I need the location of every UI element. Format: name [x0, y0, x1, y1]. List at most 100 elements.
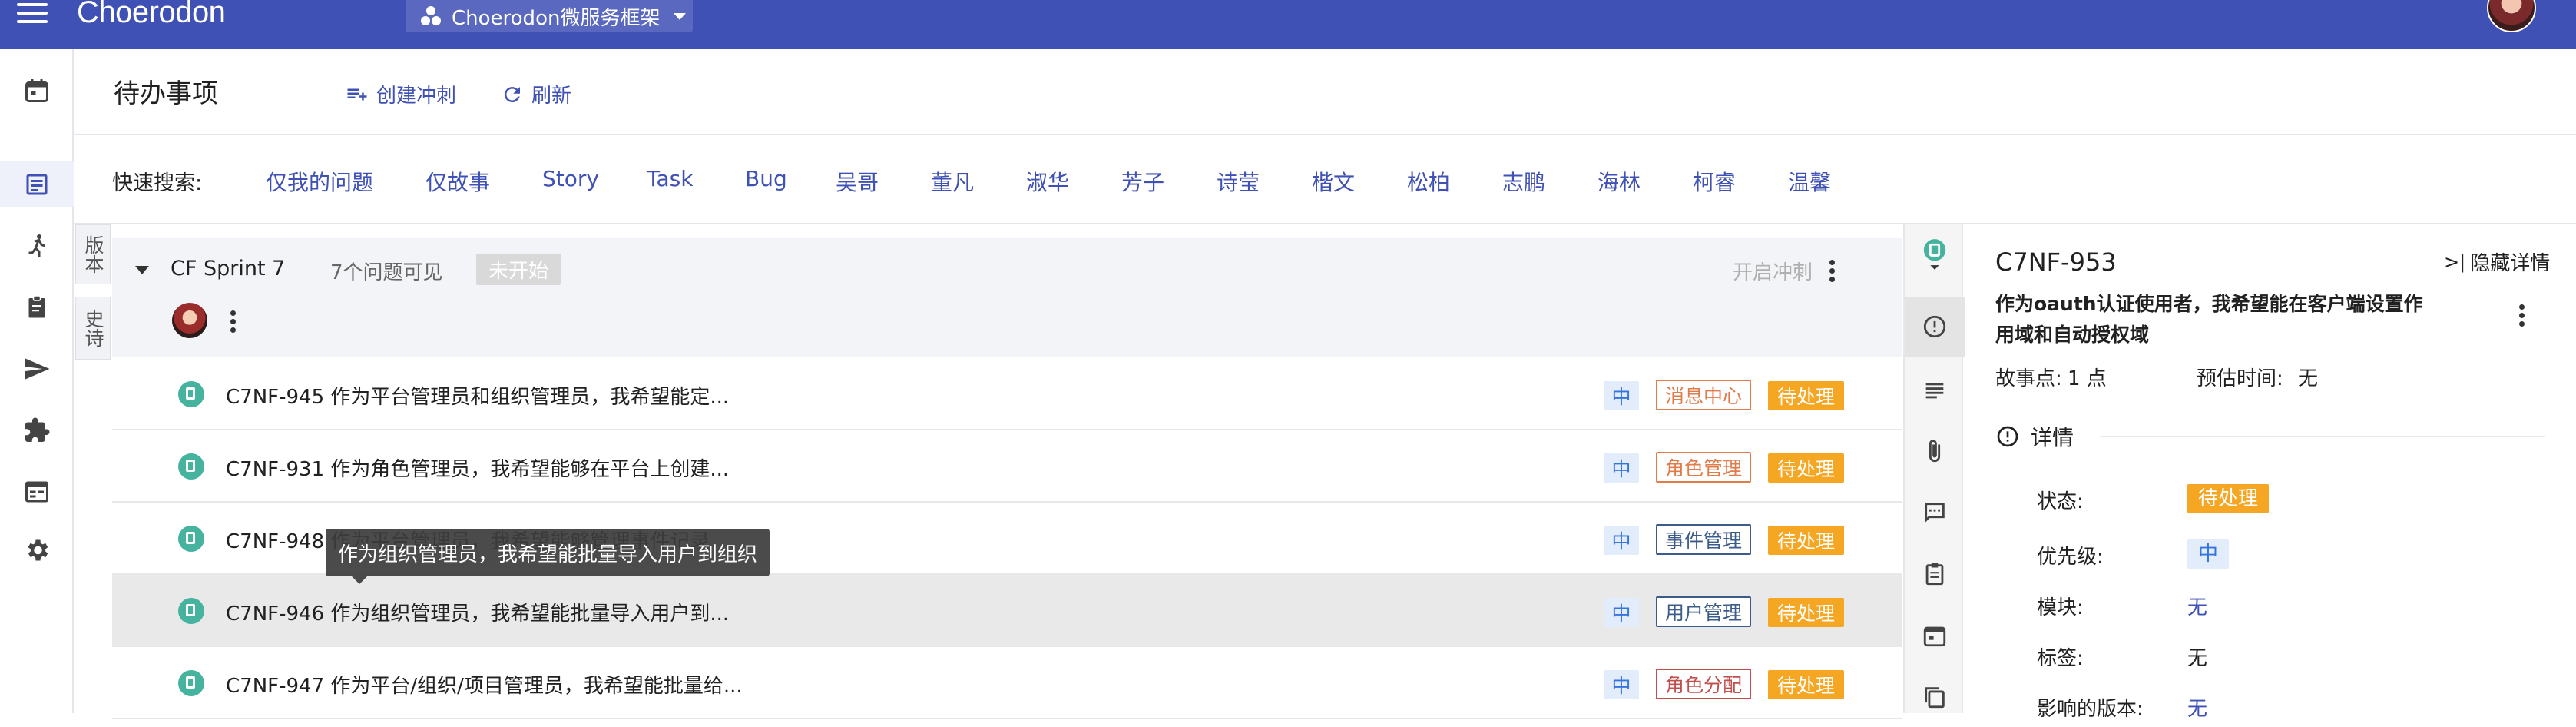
calendar-icon[interactable]	[0, 68, 74, 114]
module-field-label: 模块:	[2037, 596, 2084, 619]
quick-filter-story[interactable]: Story	[542, 166, 599, 191]
quick-filter-user[interactable]: 董凡	[931, 166, 974, 197]
calendar-icon[interactable]	[1905, 606, 1965, 666]
affected-version-label: 影响的版本:	[2037, 698, 2144, 721]
section-divider	[2100, 436, 2545, 437]
story-icon	[178, 670, 204, 696]
component-badge: 用户管理	[1656, 596, 1752, 627]
sprint-status-badge: 未开始	[476, 254, 561, 285]
quick-filter-user[interactable]: 松柏	[1407, 166, 1450, 197]
send-icon[interactable]	[0, 346, 74, 392]
attachment-icon[interactable]	[1905, 421, 1965, 481]
sprint-name[interactable]: CF Sprint 7	[171, 257, 285, 281]
quick-filter-user[interactable]: 淑华	[1026, 166, 1069, 197]
issue-row[interactable]: C7NF-931 作为角色管理员，我希望能够在平台上创建... 中 角色管理 待…	[112, 430, 1902, 503]
tab-epic[interactable]: 史诗	[75, 297, 111, 360]
story-icon	[178, 453, 204, 480]
project-switcher[interactable]: Choerodon微服务框架	[406, 0, 693, 32]
hide-detail-label: 隐藏详情	[2470, 252, 2551, 275]
quick-filter-user[interactable]: 吴哥	[836, 166, 879, 197]
hide-detail-button[interactable]: >| 隐藏详情	[2444, 247, 2550, 276]
quick-search-bar: 快速搜索: 仅我的问题 仅故事 Story Task Bug 吴哥 董凡 淑华 …	[74, 137, 2576, 224]
backlog-icon[interactable]	[0, 161, 74, 207]
sprint-more-icon[interactable]	[1829, 260, 1836, 285]
detail-section-title: 详情	[2031, 425, 2074, 450]
quick-filter-my-issues[interactable]: 仅我的问题	[266, 166, 373, 197]
detail-section-header: 详情	[1995, 421, 2074, 452]
quick-filter-user[interactable]: 温馨	[1788, 166, 1831, 197]
tab-version[interactable]: 版本	[75, 224, 111, 284]
start-sprint-button[interactable]: 开启冲刺	[1733, 257, 1813, 285]
clipboard-icon[interactable]	[0, 284, 74, 330]
component-badge: 角色分配	[1656, 669, 1752, 699]
create-sprint-label: 创建冲刺	[376, 85, 457, 108]
quick-filter-user[interactable]: 诗莹	[1217, 166, 1260, 197]
issue-row[interactable]: C7NF-946 作为组织管理员，我希望能批量导入用户到... 中 用户管理 待…	[112, 575, 1902, 647]
tag-field-value[interactable]: 无	[2187, 642, 2207, 671]
priority-field-value[interactable]: 中	[2187, 538, 2230, 569]
worklog-icon[interactable]	[1905, 544, 1965, 604]
playlist-add-icon	[347, 88, 367, 100]
issue-type-switch[interactable]	[1905, 224, 1965, 284]
quick-filter-user[interactable]: 海林	[1598, 166, 1641, 197]
menu-icon[interactable]	[17, 0, 55, 26]
description-icon[interactable]	[1905, 360, 1965, 420]
run-icon[interactable]	[0, 223, 74, 269]
comment-icon[interactable]	[1905, 483, 1965, 543]
quick-filter-user[interactable]: 柯睿	[1693, 166, 1736, 197]
issue-key[interactable]: C7NF-953	[1995, 247, 2117, 277]
assignee-avatar[interactable]	[172, 303, 207, 338]
status-badge: 待处理	[1768, 598, 1845, 627]
board-icon[interactable]	[0, 469, 74, 515]
detail-more-icon[interactable]	[2519, 304, 2525, 330]
user-avatar[interactable]	[2487, 0, 2536, 32]
module-field-value[interactable]: 无	[2187, 592, 2207, 620]
status-field-label: 状态:	[2037, 490, 2084, 513]
quick-filter-task[interactable]: Task	[647, 166, 693, 191]
page-title: 待办事项	[114, 78, 218, 109]
refresh-button[interactable]: 刷新	[501, 80, 571, 108]
tab-epic-label: 史诗	[82, 309, 104, 347]
story-icon	[178, 598, 204, 624]
story-points-value[interactable]: 1 点	[2068, 363, 2107, 391]
component-badge: 角色管理	[1656, 452, 1752, 483]
affected-version-value[interactable]: 无	[2187, 693, 2207, 722]
info-icon[interactable]	[1905, 297, 1965, 357]
copy-icon[interactable]	[1905, 667, 1965, 727]
issue-summary-title[interactable]: 作为oauth认证使用者，我希望能在客户端设置作用域和自动授权域	[1995, 289, 2441, 350]
priority-badge: 中	[1604, 598, 1639, 627]
quick-filter-stories-only[interactable]: 仅故事	[425, 166, 490, 197]
estimate-value[interactable]: 无	[2298, 363, 2318, 391]
issue-row[interactable]: C7NF-945 作为平台管理员和组织管理员，我希望能定... 中 消息中心 待…	[112, 358, 1902, 430]
story-icon	[178, 381, 204, 407]
tab-version-label: 版本	[82, 235, 104, 274]
assignee-more-icon[interactable]	[230, 310, 237, 336]
detail-nav-column	[1903, 224, 1965, 713]
priority-badge: 中	[2187, 539, 2230, 569]
priority-badge: 中	[1604, 670, 1639, 699]
collapse-right-icon: >|	[2444, 251, 2466, 273]
status-field-value[interactable]: 待处理	[2187, 483, 2270, 513]
refresh-icon	[504, 86, 520, 102]
create-sprint-button[interactable]: 创建冲刺	[346, 80, 456, 108]
story-icon	[178, 526, 204, 552]
quick-filter-user[interactable]: 志鹏	[1502, 166, 1545, 197]
quick-filter-bug[interactable]: Bug	[745, 166, 787, 191]
tag-field-label: 标签:	[2037, 647, 2084, 670]
top-bar: Choerodon Choerodon微服务框架	[0, 0, 2576, 49]
estimate-label: 预估时间:	[2197, 367, 2283, 390]
quick-filter-user[interactable]: 楷文	[1312, 166, 1355, 197]
status-badge: 待处理	[2187, 484, 2270, 513]
brand-logo[interactable]: Choerodon	[77, 0, 226, 30]
project-name: Choerodon微服务框架	[452, 6, 661, 30]
puzzle-icon[interactable]	[0, 407, 74, 453]
priority-badge: 中	[1604, 526, 1639, 555]
priority-badge: 中	[1604, 453, 1639, 483]
quick-filter-user[interactable]: 芳子	[1121, 166, 1164, 197]
info-icon	[1997, 426, 2018, 447]
issue-row[interactable]: C7NF-947 作为平台/组织/项目管理员，我希望能批量给... 中 角色分配…	[112, 647, 1902, 719]
status-badge: 待处理	[1768, 526, 1845, 555]
gear-icon[interactable]	[0, 527, 74, 573]
collapse-caret-icon[interactable]	[135, 266, 149, 274]
issue-summary: C7NF-946 作为组织管理员，我希望能批量导入用户到...	[226, 603, 730, 626]
